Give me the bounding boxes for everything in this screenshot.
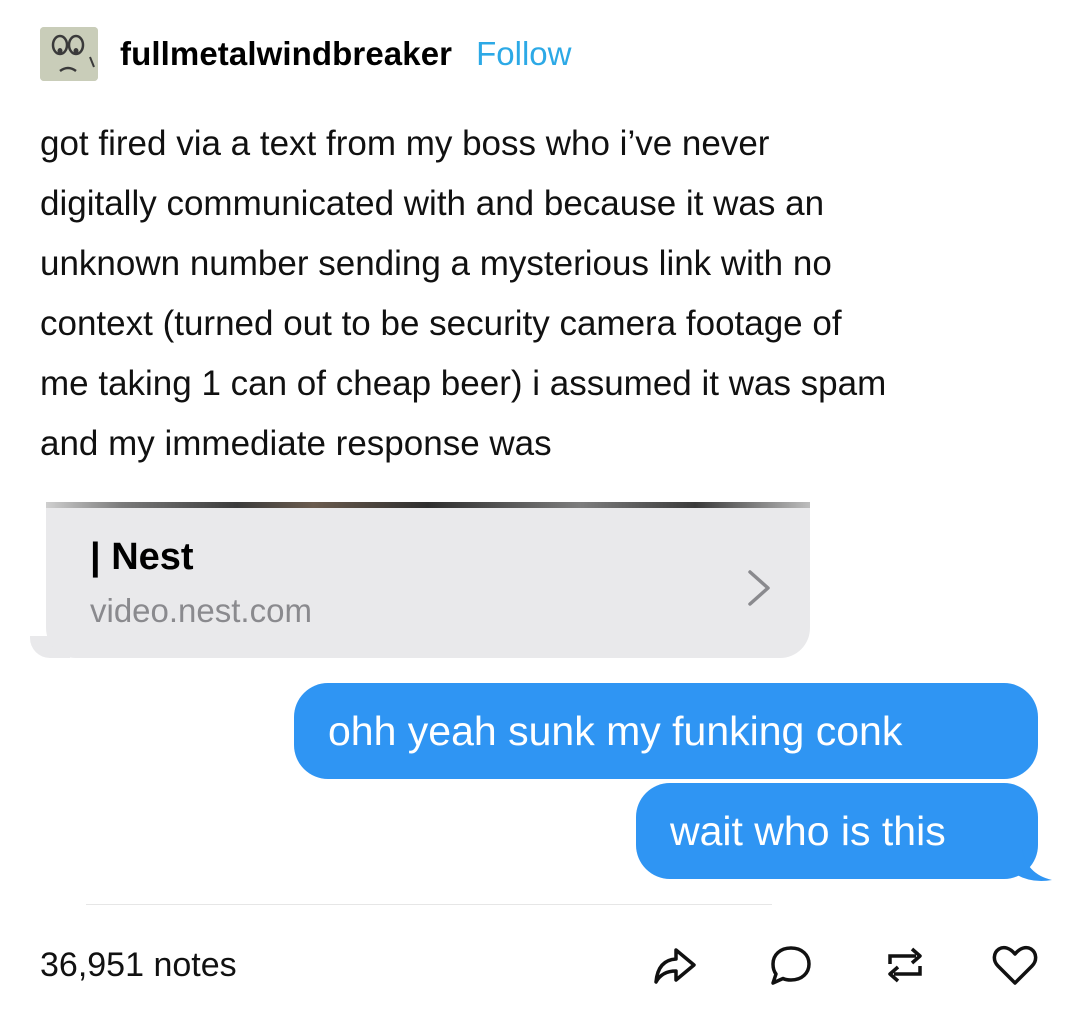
username[interactable]: fullmetalwindbreaker	[120, 35, 452, 73]
reblog-icon[interactable]	[880, 940, 930, 990]
link-preview-card[interactable]	[46, 506, 810, 658]
follow-button[interactable]: Follow	[476, 35, 571, 73]
heart-icon[interactable]	[990, 940, 1040, 990]
post-text-line: digitally communicated with and because …	[40, 184, 825, 223]
avatar[interactable]	[40, 27, 98, 81]
post-footer: 36,951 notes	[40, 940, 1040, 994]
notes-count[interactable]: 36,951 notes	[40, 946, 237, 985]
divider	[86, 904, 772, 905]
sent-message-text: wait who is this	[670, 807, 946, 854]
post-text-line: unknown number sending a mysterious link…	[40, 244, 832, 283]
post-body: got fired via a text from my boss who i’…	[40, 114, 1040, 474]
post-text-line: me taking 1 can of cheap beer) i assumed…	[40, 364, 887, 403]
post-text-line: got fired via a text from my boss who i’…	[40, 124, 770, 163]
post-text-line: and my immediate response was	[40, 424, 552, 463]
sent-message-text: ohh yeah sunk my funking conk	[328, 707, 903, 754]
sent-bubble-tail	[1012, 848, 1054, 882]
link-preview-url: video.nest.com	[90, 592, 312, 629]
chevron-right-icon	[742, 566, 778, 610]
sent-message-bubble: ohh yeah sunk my funking conk	[294, 683, 1038, 779]
share-icon[interactable]	[650, 940, 700, 990]
reply-icon[interactable]	[766, 940, 816, 990]
sent-message-bubble: wait who is this	[636, 783, 1038, 879]
post-header: fullmetalwindbreaker Follow	[40, 26, 571, 82]
message-screenshot: | Nest video.nest.com ohh yeah sunk my f…	[0, 500, 1070, 900]
link-preview-title: | Nest	[90, 536, 194, 578]
link-preview-image-strip	[46, 502, 810, 508]
post-text-line: context (turned out to be security camer…	[40, 304, 842, 343]
